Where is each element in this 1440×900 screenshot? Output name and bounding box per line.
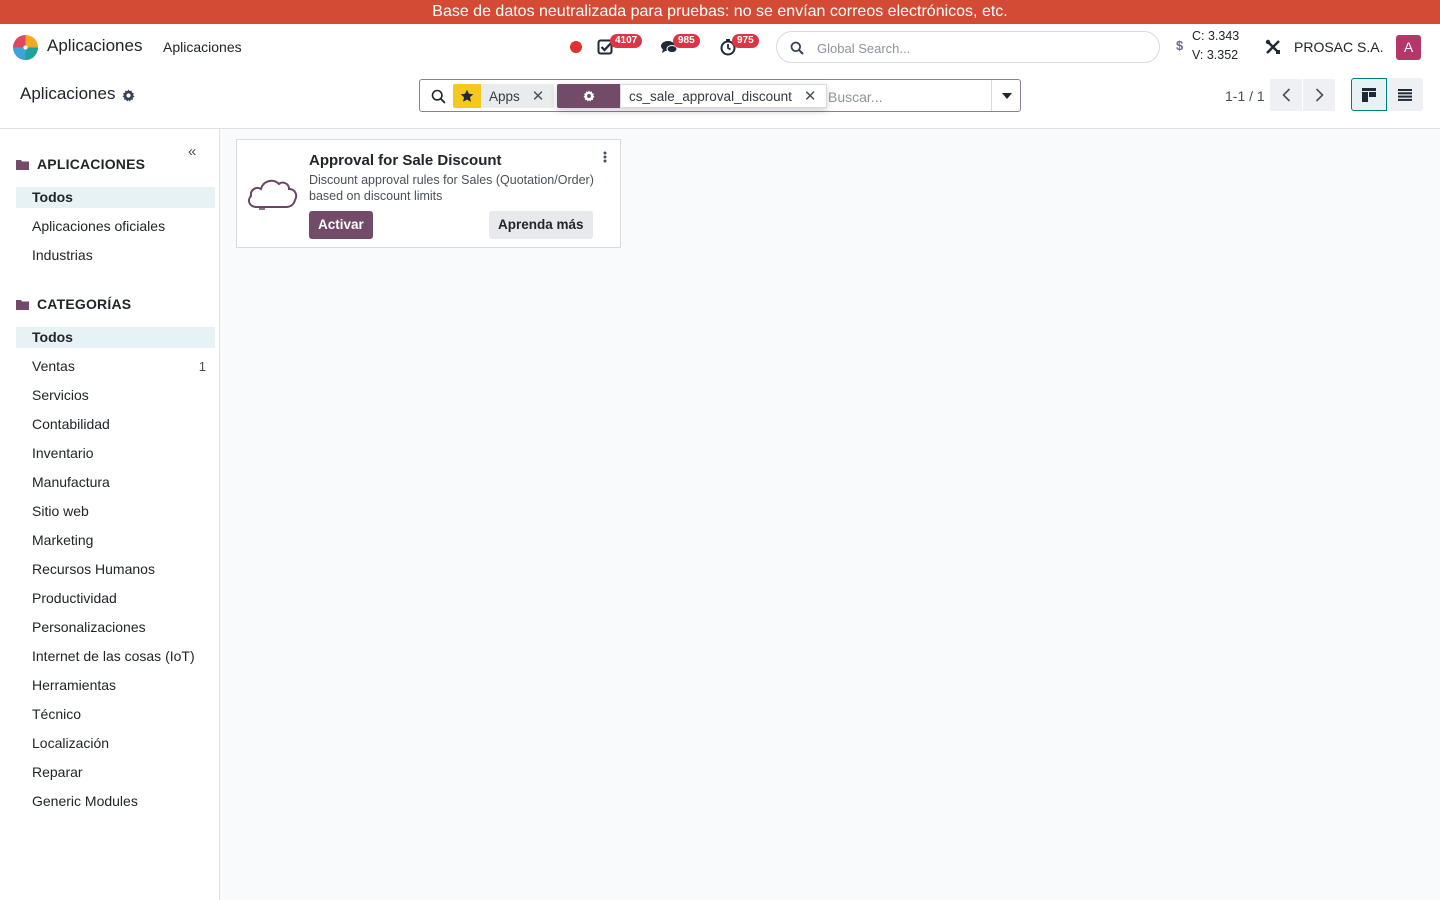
remove-facet-icon[interactable]: ✕ <box>532 87 545 105</box>
category-item-ventas[interactable]: Ventas 1 <box>16 356 215 377</box>
category-item[interactable]: Recursos Humanos <box>16 559 215 580</box>
category-item[interactable]: Reparar <box>16 762 215 783</box>
exchange-rate-buy: C: 3.343 <box>1192 29 1240 43</box>
exchange-rate-sell: V: 3.352 <box>1192 48 1239 62</box>
facet-filter-apps[interactable]: Apps ✕ <box>453 84 555 108</box>
category-count: 1 <box>198 359 206 374</box>
search-panel: « APLICACIONES Todos Aplicaciones oficia… <box>0 129 220 900</box>
category-item[interactable]: Inventario <box>16 443 215 464</box>
caret-down-icon <box>1001 92 1012 99</box>
learn-more-button[interactable]: Aprenda más <box>489 211 593 239</box>
search-icon <box>790 41 804 55</box>
category-item-todos[interactable]: Todos <box>16 327 215 348</box>
category-item[interactable]: Marketing <box>16 530 215 551</box>
currency-icon: $ <box>1176 38 1184 53</box>
remove-facet-icon[interactable]: ✕ <box>804 87 817 105</box>
folder-icon <box>16 299 29 310</box>
user-avatar[interactable]: A <box>1396 35 1421 60</box>
folder-icon <box>16 159 29 170</box>
section-title: APLICACIONES <box>37 156 146 172</box>
search-input[interactable] <box>828 87 988 107</box>
top-navbar: Aplicaciones Aplicaciones 4107 985 975 $… <box>0 24 1440 70</box>
breadcrumb: Aplicaciones <box>20 84 116 103</box>
category-item[interactable]: Servicios <box>16 385 215 406</box>
control-panel: Aplicaciones Apps ✕ cs_sale_approval_dis… <box>0 70 1440 129</box>
apps-menu-icon[interactable] <box>12 34 39 61</box>
search-icon <box>431 89 446 104</box>
star-icon <box>453 84 481 108</box>
company-switcher[interactable]: PROSAC S.A. <box>1294 39 1383 55</box>
search-options-toggle[interactable] <box>991 80 1021 111</box>
module-title: Approval for Sale Discount <box>309 152 502 169</box>
module-card[interactable]: Approval for Sale Discount Discount appr… <box>236 139 621 248</box>
section-header-categories: CATEGORÍAS <box>16 296 131 312</box>
facet-search-module[interactable]: cs_sale_approval_discount ✕ <box>557 84 828 108</box>
app-title[interactable]: Aplicaciones <box>47 36 142 56</box>
menu-item-aplicaciones[interactable]: Aplicaciones <box>163 39 242 55</box>
category-item[interactable]: Sitio web <box>16 501 215 522</box>
gear-icon[interactable] <box>122 89 135 102</box>
kanban-area: Approval for Sale Discount Discount appr… <box>220 129 1440 900</box>
category-item[interactable]: Manufactura <box>16 472 215 493</box>
cloud-icon <box>248 179 298 210</box>
chevron-left-icon <box>1281 88 1290 102</box>
list-view-icon <box>1398 88 1412 101</box>
sidebar-item-industries[interactable]: Industrias <box>16 245 215 266</box>
category-item[interactable]: Herramientas <box>16 675 215 696</box>
activate-button[interactable]: Activar <box>309 211 373 239</box>
gear-icon <box>557 84 620 108</box>
category-item[interactable]: Localización <box>16 733 215 754</box>
collapse-panel-icon[interactable]: « <box>188 143 196 160</box>
search-bar[interactable]: Apps ✕ cs_sale_approval_discount ✕ <box>419 79 1021 112</box>
module-summary: Discount approval rules for Sales (Quota… <box>309 173 594 203</box>
pager-next-button[interactable] <box>1303 79 1335 111</box>
category-label: Ventas <box>32 358 75 374</box>
record-icon[interactable] <box>570 41 582 53</box>
facet-value: Apps <box>489 88 520 104</box>
pager-previous-button[interactable] <box>1270 79 1302 111</box>
pager-value[interactable]: 1-1 / 1 <box>1225 88 1265 104</box>
kanban-view-button[interactable] <box>1351 78 1387 111</box>
section-title: CATEGORÍAS <box>37 296 132 312</box>
category-item[interactable]: Contabilidad <box>16 414 215 435</box>
neutralized-db-banner: Base de datos neutralizada para pruebas:… <box>0 0 1440 24</box>
facet-value: cs_sale_approval_discount <box>629 88 792 104</box>
chevron-right-icon <box>1315 88 1324 102</box>
global-search-input[interactable] <box>817 38 1147 58</box>
debug-tools-icon[interactable] <box>1265 39 1281 55</box>
category-item[interactable]: Generic Modules <box>16 791 215 812</box>
list-view-button[interactable] <box>1387 78 1423 111</box>
global-search[interactable] <box>776 31 1160 63</box>
kanban-view-icon <box>1362 87 1376 102</box>
category-item[interactable]: Personalizaciones <box>16 617 215 638</box>
category-item[interactable]: Técnico <box>16 704 215 725</box>
kebab-menu-icon[interactable] <box>603 151 607 163</box>
section-header-apps: APLICACIONES <box>16 156 145 172</box>
sidebar-item-todos[interactable]: Todos <box>16 187 215 208</box>
sidebar-item-official-apps[interactable]: Aplicaciones oficiales <box>16 216 215 237</box>
messages-count-badge: 985 <box>673 34 700 48</box>
category-item[interactable]: Internet de las cosas (IoT) <box>16 646 215 667</box>
category-item[interactable]: Productividad <box>16 588 215 609</box>
activities-count-badge: 4107 <box>610 34 643 48</box>
timer-count-badge: 975 <box>732 34 759 48</box>
